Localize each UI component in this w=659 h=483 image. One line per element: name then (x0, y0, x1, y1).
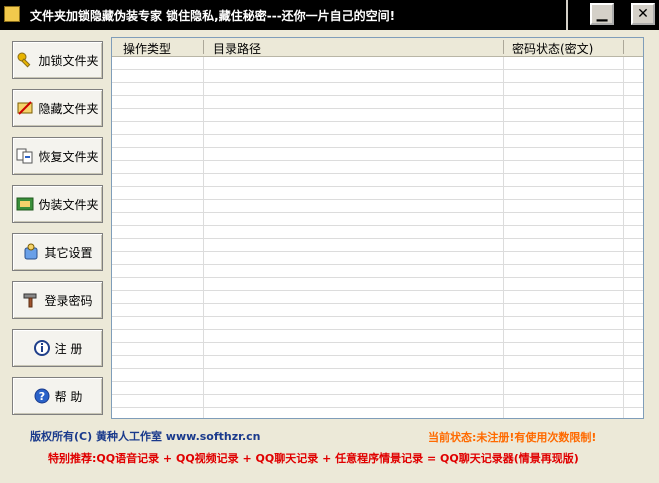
restore-folder-button[interactable]: 恢复文件夹 (12, 137, 103, 175)
settings-icon (22, 243, 40, 261)
sidebar-item-label: 登录密码 (44, 293, 93, 308)
lock-folder-button[interactable]: 加锁文件夹 (12, 41, 103, 79)
column-gridline (203, 57, 204, 418)
column-divider[interactable] (203, 40, 204, 54)
hide-icon (16, 99, 34, 117)
sidebar-item-label: 恢复文件夹 (38, 149, 99, 164)
sidebar-item-label: 伪装文件夹 (38, 197, 99, 212)
help-icon: ? (33, 387, 51, 405)
list-rows-area[interactable] (112, 57, 643, 418)
column-divider[interactable] (503, 40, 504, 54)
other-settings-button[interactable]: 其它设置 (12, 233, 103, 271)
register-button[interactable]: 注 册 (12, 329, 103, 367)
column-gridline (503, 57, 504, 418)
close-button[interactable]: ✕ (631, 3, 655, 25)
sidebar-item-label: 加锁文件夹 (38, 53, 99, 68)
column-gridline (623, 57, 624, 418)
sidebar-item-label: 帮 助 (54, 389, 83, 404)
sidebar-item-label: 注 册 (54, 341, 83, 356)
column-header-directory-path[interactable]: 目录路径 (213, 40, 261, 57)
column-header-operation-type[interactable]: 操作类型 (123, 40, 171, 57)
hide-folder-button[interactable]: 隐藏文件夹 (12, 89, 103, 127)
window-title: 文件夹加锁隐藏伪装专家 锁住隐私,藏住秘密---还你一片自己的空间! (30, 9, 396, 23)
registration-status: 当前状态:未注册!有使用次数限制! (428, 431, 597, 444)
info-icon (33, 339, 51, 357)
restore-icon (16, 147, 34, 165)
recommendation-text: 特别推荐:QQ语音记录 + QQ视频记录 + QQ聊天记录 + 任意程序情景记录… (48, 452, 579, 465)
svg-text:?: ? (38, 390, 44, 403)
sidebar-item-label: 隐藏文件夹 (38, 101, 99, 116)
help-button[interactable]: ? 帮 助 (12, 377, 103, 415)
column-divider[interactable] (623, 40, 624, 54)
app-icon (4, 6, 20, 22)
folder-list[interactable]: 操作类型 目录路径 密码状态(密文) (111, 37, 644, 419)
password-icon (22, 291, 40, 309)
minimize-button[interactable]: ▁ (590, 3, 614, 25)
key-icon (16, 51, 34, 69)
list-header: 操作类型 目录路径 密码状态(密文) (112, 38, 643, 57)
disguise-folder-button[interactable]: 伪装文件夹 (12, 185, 103, 223)
copyright-text: 版权所有(C) 黄种人工作室 www.softhzr.cn (30, 430, 261, 443)
column-header-password-status[interactable]: 密码状态(密文) (512, 40, 593, 57)
title-bar: 文件夹加锁隐藏伪装专家 锁住隐私,藏住秘密---还你一片自己的空间! ▁ ✕ (0, 0, 659, 30)
sidebar-item-label: 其它设置 (44, 245, 93, 260)
login-password-button[interactable]: 登录密码 (12, 281, 103, 319)
disguise-icon (16, 195, 34, 213)
title-bar-divider (566, 0, 568, 30)
